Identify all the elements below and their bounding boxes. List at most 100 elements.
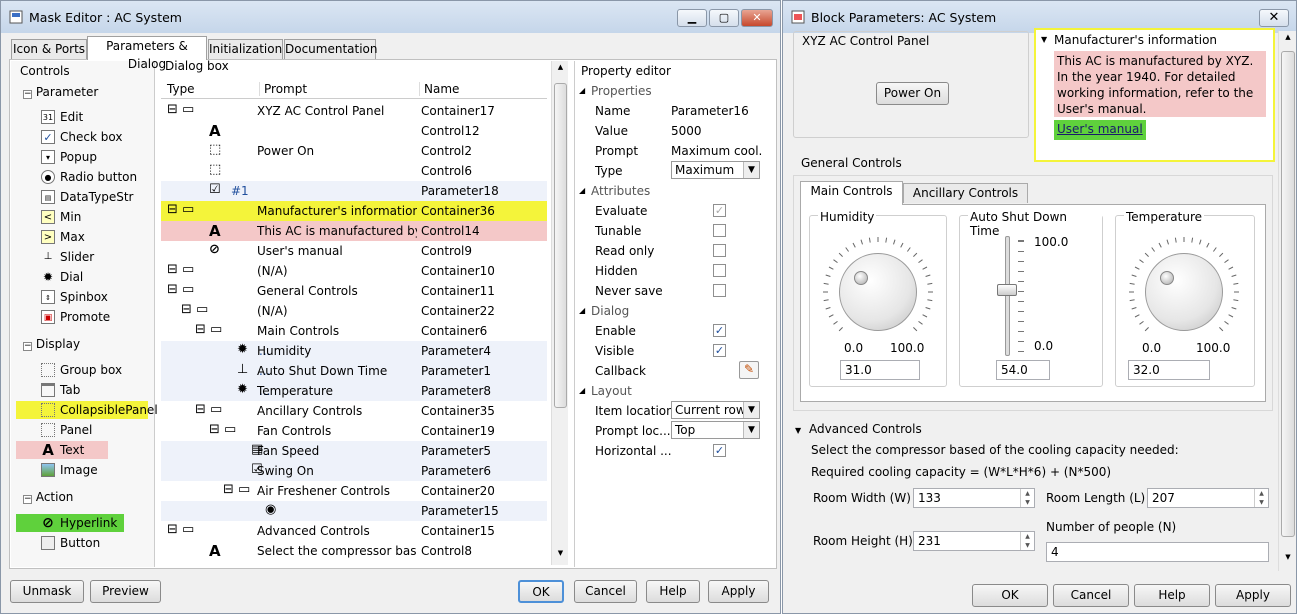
collapse-triangle-icon[interactable]: ▼ bbox=[795, 426, 801, 435]
manufacturer-title[interactable]: Manufacturer's information bbox=[1054, 33, 1217, 47]
tab-icon-ports[interactable]: Icon & Ports bbox=[11, 39, 87, 59]
scroll-down-icon[interactable]: ▼ bbox=[1281, 553, 1295, 567]
type-select[interactable]: Maximum ▼ bbox=[671, 161, 760, 179]
people-field[interactable]: 4 bbox=[1046, 542, 1269, 562]
power-on-button[interactable]: Power On bbox=[876, 82, 949, 105]
palette-edit[interactable]: 31 Edit bbox=[41, 108, 83, 126]
prop-prompt-row[interactable]: Prompt Maximum cool... bbox=[579, 141, 763, 161]
tab-ancillary-controls[interactable]: Ancillary Controls bbox=[903, 183, 1028, 203]
display-section-header[interactable]: − Display bbox=[23, 337, 80, 351]
palette-panel[interactable]: Panel bbox=[41, 421, 92, 439]
help-button[interactable]: Help bbox=[646, 580, 700, 603]
table-row[interactable]: ☑ #1 Parameter18 bbox=[161, 181, 547, 201]
shutdown-value-field[interactable]: 54.0 bbox=[996, 360, 1050, 380]
table-row[interactable]: ⊟ ▭ Air Freshener Controls Container20 bbox=[161, 481, 547, 501]
block-params-scrollbar[interactable]: ▲ ▼ bbox=[1278, 31, 1296, 571]
table-row[interactable]: A Control12 bbox=[161, 121, 547, 141]
dialog-section[interactable]: ◢ Dialog bbox=[579, 301, 763, 321]
pencil-icon[interactable]: ✎ bbox=[739, 361, 759, 379]
humidity-dial[interactable] bbox=[839, 253, 917, 331]
palette-slider[interactable]: ⊥ Slider bbox=[41, 248, 95, 266]
temperature-value-field[interactable]: 32.0 bbox=[1128, 360, 1210, 380]
table-row[interactable]: ✹... Temperature Parameter8 bbox=[161, 381, 547, 401]
table-row[interactable]: ⊥... Auto Shut Down Time Parameter1 bbox=[161, 361, 547, 381]
attribute-checkbox[interactable]: ✓ bbox=[713, 204, 726, 217]
tab-documentation[interactable]: Documentation bbox=[284, 39, 378, 59]
scroll-down-icon[interactable]: ▼ bbox=[554, 549, 567, 563]
attributes-section[interactable]: ◢ Attributes bbox=[579, 181, 763, 201]
palette-radio-button[interactable]: ● Radio button bbox=[41, 168, 137, 186]
horizontal-checkbox[interactable]: ✓ bbox=[713, 444, 726, 457]
close-icon[interactable]: ✕ bbox=[1259, 9, 1289, 27]
palette-tab[interactable]: Tab bbox=[41, 381, 80, 399]
attribute-checkbox[interactable] bbox=[713, 264, 726, 277]
palette-popup[interactable]: ▾ Popup bbox=[41, 148, 97, 166]
table-row[interactable]: ☑ Swing On Parameter6 bbox=[161, 461, 547, 481]
collapse-triangle-icon[interactable]: ◢ bbox=[579, 186, 585, 195]
room-height-spinbox[interactable]: 231 ▲ ▼ bbox=[913, 531, 1035, 551]
advanced-controls-title[interactable]: Advanced Controls bbox=[809, 422, 922, 436]
col-type[interactable]: Type bbox=[167, 82, 195, 96]
table-row[interactable]: ⊟ ▭ Main Controls Container6 bbox=[161, 321, 547, 341]
grid-scrollbar[interactable]: ▲ ▼ bbox=[551, 61, 568, 565]
palette-spinbox[interactable]: ⇕ Spinbox bbox=[41, 288, 108, 306]
palette-checkbox[interactable]: ✓ Check box bbox=[41, 128, 122, 146]
collapse-icon[interactable]: − bbox=[23, 495, 32, 504]
palette-hyperlink[interactable]: ⊘ Hyperlink bbox=[16, 514, 124, 532]
table-row[interactable]: ▤ Fan Speed Parameter5 bbox=[161, 441, 547, 461]
help-button[interactable]: Help bbox=[1134, 584, 1210, 607]
table-row[interactable]: ◉ Parameter15 bbox=[161, 501, 547, 521]
table-row[interactable]: ⊟ ▭ Advanced Controls Container15 bbox=[161, 521, 547, 541]
properties-section[interactable]: ◢ Properties bbox=[579, 81, 763, 101]
collapse-triangle-icon[interactable]: ▼ bbox=[1041, 35, 1047, 44]
prompt-location-select[interactable]: Top ▼ bbox=[671, 421, 760, 439]
palette-text[interactable]: A Text bbox=[16, 441, 108, 459]
scroll-up-icon[interactable]: ▲ bbox=[1281, 33, 1295, 47]
table-row[interactable]: ⊟ ▭ Ancillary Controls Container35 bbox=[161, 401, 547, 421]
apply-button[interactable]: Apply bbox=[1215, 584, 1291, 607]
palette-max[interactable]: > Max bbox=[41, 228, 85, 246]
attribute-checkbox[interactable] bbox=[713, 284, 726, 297]
table-row[interactable]: ⊘ User's manual Control9 bbox=[161, 241, 547, 261]
dialog-checkbox[interactable]: ✓ bbox=[713, 344, 726, 357]
cancel-button[interactable]: Cancel bbox=[574, 580, 637, 603]
collapse-icon[interactable]: − bbox=[23, 90, 32, 99]
collapse-triangle-icon[interactable]: ◢ bbox=[579, 306, 585, 315]
table-row[interactable]: ⊟ ▭ Fan Controls Container19 bbox=[161, 421, 547, 441]
preview-button[interactable]: Preview bbox=[90, 580, 161, 603]
palette-promote[interactable]: ▣ Promote bbox=[41, 308, 110, 326]
collapse-triangle-icon[interactable]: ◢ bbox=[579, 86, 585, 95]
table-row[interactable]: ⊟ ▭ (N/A) Container10 bbox=[161, 261, 547, 281]
collapse-triangle-icon[interactable]: ◢ bbox=[579, 386, 585, 395]
table-row[interactable]: ⬚ Control6 bbox=[161, 161, 547, 181]
prop-name-row[interactable]: Name Parameter16 bbox=[579, 101, 763, 121]
room-width-spinbox[interactable]: 133 ▲ ▼ bbox=[913, 488, 1035, 508]
mask-editor-titlebar[interactable]: Mask Editor : AC System ▁ ▢ ✕ bbox=[1, 1, 780, 33]
palette-image[interactable]: Image bbox=[41, 461, 98, 479]
ok-button[interactable]: OK bbox=[972, 584, 1048, 607]
table-row[interactable]: ⊟ ▭ General Controls Container11 bbox=[161, 281, 547, 301]
item-location-select[interactable]: Current row ▼ bbox=[671, 401, 760, 419]
palette-button[interactable]: Button bbox=[41, 534, 100, 552]
unmask-button[interactable]: Unmask bbox=[10, 580, 84, 603]
tab-parameters-dialog[interactable]: Parameters & Dialog bbox=[87, 36, 207, 71]
scroll-thumb[interactable] bbox=[1281, 51, 1295, 537]
palette-collapsiblepanel[interactable]: CollapsiblePanel bbox=[16, 401, 158, 419]
close-icon[interactable]: ✕ bbox=[741, 9, 773, 27]
table-row[interactable]: ⬚ Power On Control2 bbox=[161, 141, 547, 161]
maximize-icon[interactable]: ▢ bbox=[709, 9, 739, 27]
col-prompt[interactable]: Prompt bbox=[259, 82, 307, 96]
slider-thumb[interactable] bbox=[997, 284, 1017, 296]
parameter-section-header[interactable]: − Parameter bbox=[23, 85, 98, 99]
tab-main-controls[interactable]: Main Controls bbox=[800, 181, 903, 205]
action-section-header[interactable]: − Action bbox=[23, 490, 73, 504]
palette-dial[interactable]: ✹ Dial bbox=[41, 268, 83, 286]
table-row[interactable]: ⊟ ▭ Manufacturer's information Container36 bbox=[161, 201, 547, 221]
table-row[interactable]: A This AC is manufactured by ... Control14 bbox=[161, 221, 547, 241]
table-row[interactable]: ⊟ ▭ XYZ AC Control Panel Container17 bbox=[161, 101, 547, 121]
collapse-icon[interactable]: − bbox=[23, 342, 32, 351]
scroll-up-icon[interactable]: ▲ bbox=[554, 63, 567, 77]
col-name[interactable]: Name bbox=[419, 82, 459, 96]
scroll-thumb[interactable] bbox=[554, 83, 567, 408]
tab-initialization[interactable]: Initialization bbox=[208, 39, 283, 59]
